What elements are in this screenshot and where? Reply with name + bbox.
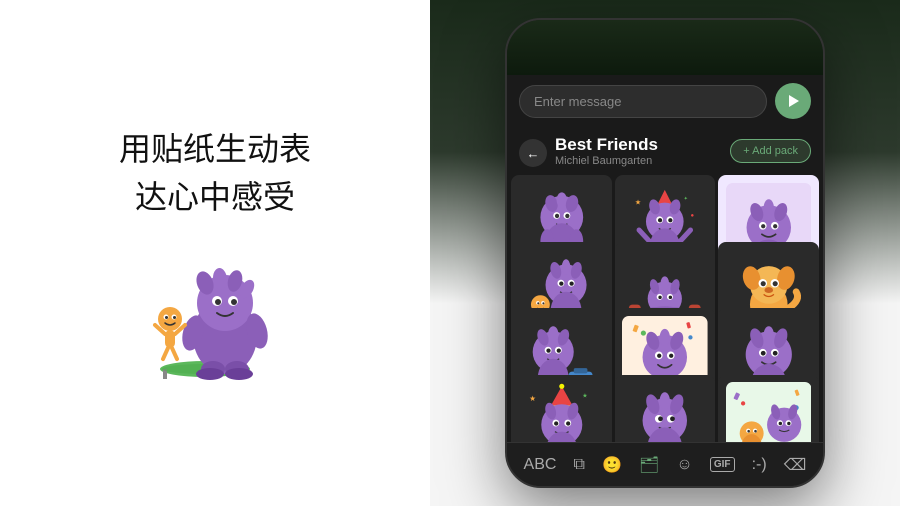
phone-top-bg [507, 20, 823, 75]
left-panel: 用贴纸生动表 达心中感受 [0, 0, 430, 506]
add-pack-button[interactable]: + Add pack [730, 139, 811, 163]
svg-text:★: ★ [529, 394, 536, 403]
chinese-title: 用贴纸生动表 达心中感受 [119, 125, 311, 221]
kb-abc[interactable]: ABC [524, 456, 557, 474]
message-input-box[interactable]: Enter message [519, 85, 767, 118]
hero-sticker [125, 251, 305, 381]
sticker-icon: 🗂 [639, 455, 659, 475]
sticker-panel: Best Friends Michiel Baumgarten + Add pa… [507, 127, 823, 442]
sticker-recent-icon: ⧉ [574, 456, 585, 474]
emoji-icon: 🙂 [602, 455, 622, 475]
sticker-cell-11[interactable] [615, 375, 716, 443]
kb-delete[interactable]: ⌫ [784, 455, 807, 475]
kb-emoji[interactable]: 🙂 [602, 455, 622, 475]
sticker-panel-header: Best Friends Michiel Baumgarten + Add pa… [507, 127, 823, 171]
keyboard-bar: ABC ⧉ 🙂 🗂 ☺ GIF :-) ⌫ [507, 442, 823, 486]
message-placeholder: Enter message [534, 94, 621, 109]
emoticon-icon: :-) [752, 456, 767, 474]
sticker-grid: ★ ✦ ● [507, 171, 823, 442]
kb-sticker-recent[interactable]: ⧉ [574, 456, 585, 474]
kb-avatar[interactable]: ☺ [676, 456, 692, 474]
kb-gif[interactable]: GIF [710, 457, 735, 472]
kb-sticker[interactable]: 🗂 [639, 455, 659, 475]
sticker-cell-12[interactable]: HURRAY! [718, 375, 819, 443]
right-panel: Enter message Best Friends Michiel Baumg… [430, 0, 900, 506]
pack-title: Best Friends [555, 135, 722, 155]
kb-emoticon[interactable]: :-) [752, 456, 767, 474]
abc-icon: ABC [524, 456, 557, 474]
pack-info: Best Friends Michiel Baumgarten [555, 135, 722, 167]
phone-frame: Enter message Best Friends Michiel Baumg… [505, 18, 825, 488]
svg-text:✦: ✦ [684, 196, 688, 202]
message-input-area: Enter message [507, 75, 823, 127]
svg-text:★: ★ [582, 392, 587, 399]
avatar-icon: ☺ [676, 456, 692, 474]
pack-author: Michiel Baumgarten [555, 155, 722, 167]
svg-text:●: ● [691, 213, 695, 219]
sticker-cell-10[interactable]: ★ ★ [511, 375, 612, 443]
gif-icon: GIF [710, 457, 735, 472]
delete-icon: ⌫ [784, 455, 807, 475]
send-button[interactable] [775, 83, 811, 119]
svg-text:★: ★ [635, 198, 641, 206]
back-button[interactable] [519, 139, 547, 167]
